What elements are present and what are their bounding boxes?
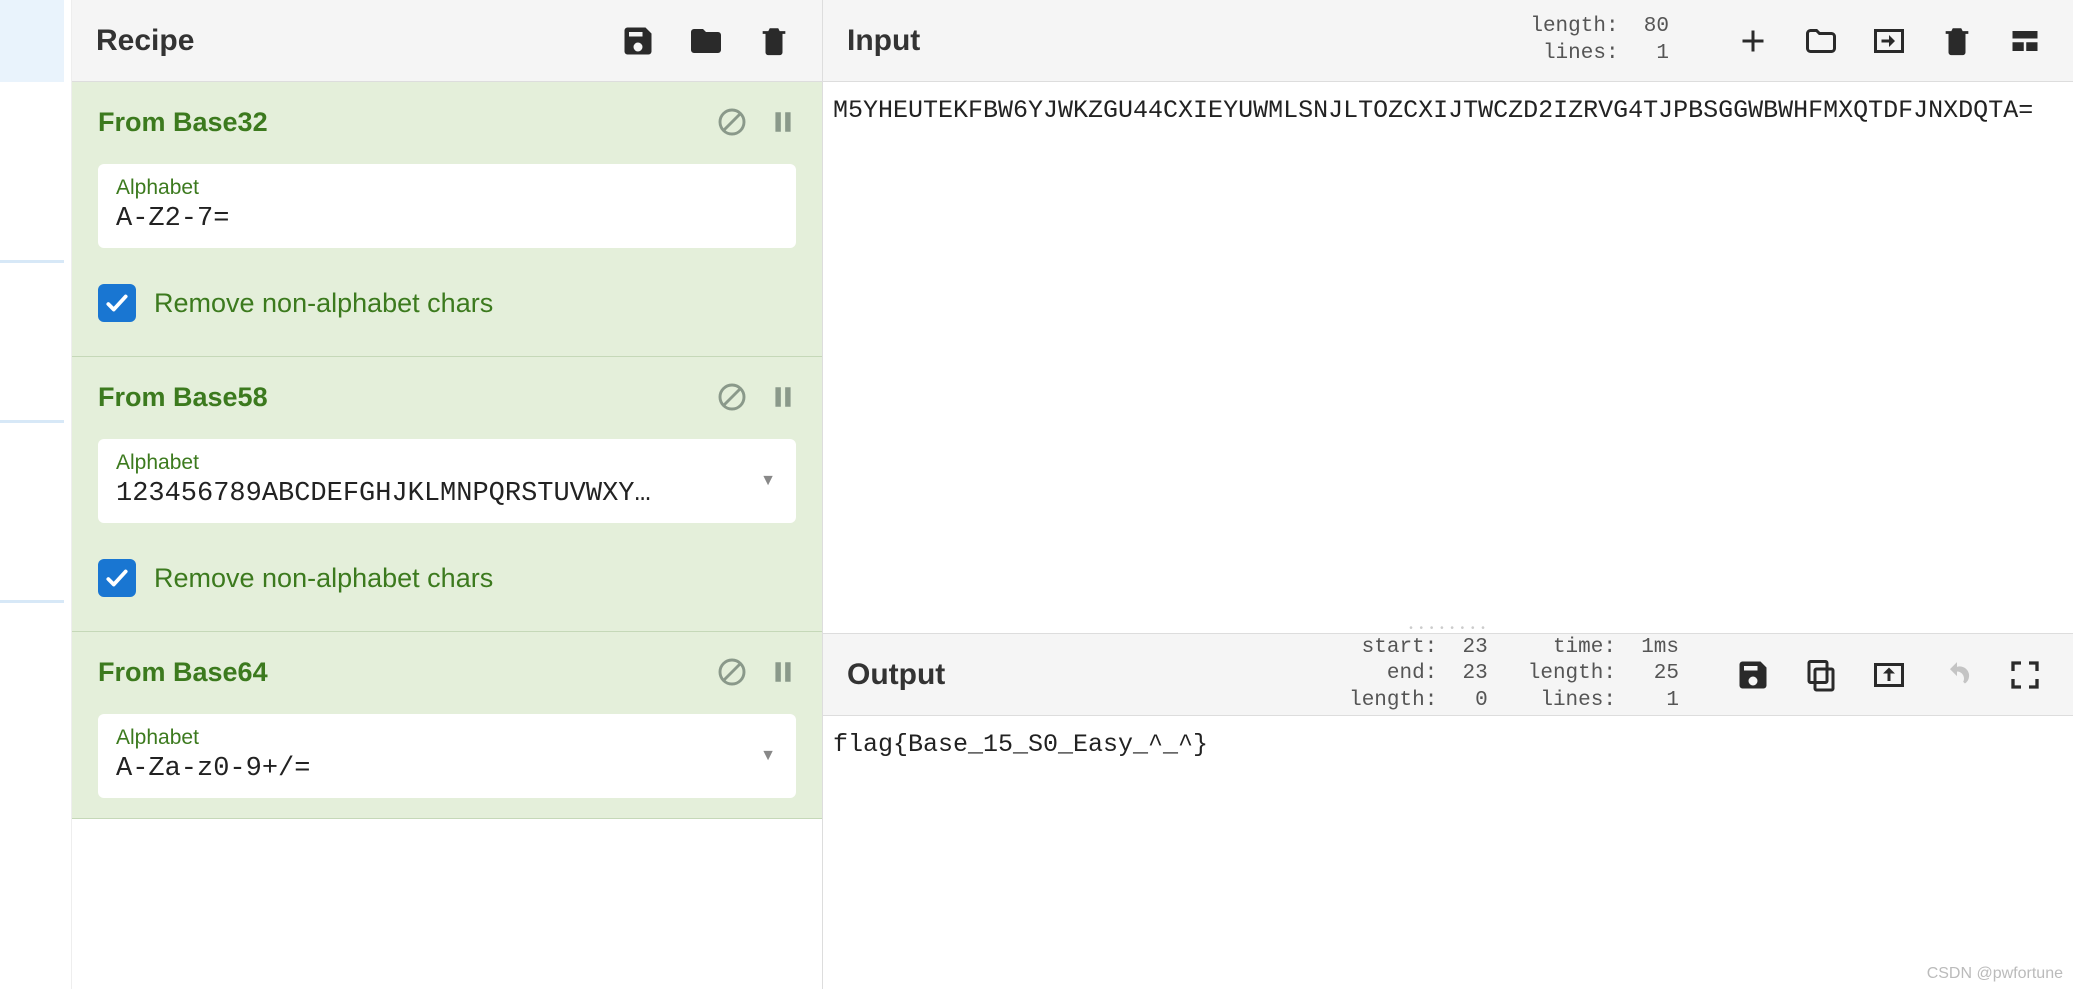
field-label: Alphabet bbox=[116, 451, 778, 475]
output-text: flag{Base_15_S0_Easy_^_^} bbox=[823, 716, 2073, 989]
copy-icon bbox=[1803, 657, 1839, 693]
undo-icon bbox=[1937, 661, 1977, 689]
save-output-button[interactable] bbox=[1729, 651, 1777, 699]
field-value: A-Za-z0-9+/= bbox=[116, 754, 778, 784]
operation-from-base58[interactable]: From Base58 Alphabet 123456789ABCDEFGHJK… bbox=[72, 357, 822, 632]
field-label: Alphabet bbox=[116, 176, 778, 200]
import-icon bbox=[1870, 23, 1908, 59]
add-input-button[interactable] bbox=[1729, 17, 1777, 65]
breakpoint-button[interactable] bbox=[770, 656, 796, 688]
pause-icon bbox=[770, 107, 796, 137]
plus-icon bbox=[1735, 23, 1771, 59]
undo-button[interactable] bbox=[1933, 651, 1981, 699]
disable-operation-button[interactable] bbox=[716, 106, 748, 138]
trash-icon bbox=[1940, 24, 1974, 58]
save-recipe-button[interactable] bbox=[614, 17, 662, 65]
breakpoint-button[interactable] bbox=[770, 106, 796, 138]
field-value: 123456789ABCDEFGHJKLMNPQRSTUVWXY… bbox=[116, 479, 778, 509]
checkbox-label: Remove non-alphabet chars bbox=[154, 288, 493, 319]
drag-handle[interactable]: • • • • • • • • bbox=[823, 623, 2073, 633]
chevron-down-icon[interactable]: ▼ bbox=[760, 472, 776, 490]
maximize-icon bbox=[2009, 659, 2041, 691]
disable-operation-button[interactable] bbox=[716, 656, 748, 688]
recipe-list: From Base32 Alphabet A-Z2-7= bbox=[72, 82, 822, 989]
alphabet-field[interactable]: Alphabet A-Z2-7= bbox=[98, 164, 796, 248]
output-stats: start: 23 end: 23 length: 0 time: 1ms le… bbox=[1349, 635, 1679, 714]
output-title: Output bbox=[847, 658, 945, 692]
open-folder-button[interactable] bbox=[1797, 17, 1845, 65]
folder-icon bbox=[688, 23, 724, 59]
save-icon bbox=[620, 23, 656, 59]
operation-from-base32[interactable]: From Base32 Alphabet A-Z2-7= bbox=[72, 82, 822, 357]
watermark: CSDN @pwfortune bbox=[1927, 965, 2063, 983]
pause-icon bbox=[770, 382, 796, 412]
output-header: Output start: 23 end: 23 length: 0 time:… bbox=[823, 634, 2073, 716]
export-up-icon bbox=[1870, 657, 1908, 693]
copy-output-button[interactable] bbox=[1797, 651, 1845, 699]
load-recipe-button[interactable] bbox=[682, 17, 730, 65]
chevron-down-icon[interactable]: ▼ bbox=[760, 747, 776, 765]
recipe-title: Recipe bbox=[96, 24, 194, 58]
ban-icon bbox=[716, 381, 748, 413]
clear-input-button[interactable] bbox=[1933, 17, 1981, 65]
field-label: Alphabet bbox=[116, 726, 778, 750]
breakpoint-button[interactable] bbox=[770, 381, 796, 413]
ban-icon bbox=[716, 106, 748, 138]
left-margin bbox=[0, 0, 72, 989]
remove-non-alphabet-checkbox[interactable] bbox=[98, 559, 136, 597]
toggle-layout-button[interactable] bbox=[2001, 17, 2049, 65]
pause-icon bbox=[770, 657, 796, 687]
checkbox-label: Remove non-alphabet chars bbox=[154, 563, 493, 594]
sidebar-tick bbox=[0, 600, 64, 603]
alphabet-field[interactable]: Alphabet 123456789ABCDEFGHJKLMNPQRSTUVWX… bbox=[98, 439, 796, 523]
recipe-header: Recipe bbox=[72, 0, 822, 82]
operation-title: From Base32 bbox=[98, 107, 268, 138]
sidebar-tick bbox=[0, 260, 64, 263]
ban-icon bbox=[716, 656, 748, 688]
remove-non-alphabet-checkbox[interactable] bbox=[98, 284, 136, 322]
layout-icon bbox=[2007, 26, 2043, 56]
input-text[interactable]: M5YHEUTEKFBW6YJWKZGU44CXIEYUWMLSNJLTOZCX… bbox=[823, 82, 2073, 623]
clear-recipe-button[interactable] bbox=[750, 17, 798, 65]
trash-icon bbox=[757, 24, 791, 58]
field-value: A-Z2-7= bbox=[116, 204, 778, 234]
input-title: Input bbox=[847, 24, 920, 58]
operation-title: From Base58 bbox=[98, 382, 268, 413]
operation-from-base64[interactable]: From Base64 Alphabet A-Za-z0-9+/= ▼ bbox=[72, 632, 822, 819]
sidebar-tick bbox=[0, 420, 64, 423]
disable-operation-button[interactable] bbox=[716, 381, 748, 413]
sidebar-tab[interactable] bbox=[0, 0, 64, 82]
move-to-input-button[interactable] bbox=[1865, 651, 1913, 699]
folder-outline-icon bbox=[1801, 23, 1841, 59]
input-header: Input length: 80 lines: 1 bbox=[823, 0, 2073, 82]
alphabet-field[interactable]: Alphabet A-Za-z0-9+/= ▼ bbox=[98, 714, 796, 798]
input-stats: length: 80 lines: 1 bbox=[1530, 14, 1669, 67]
check-icon bbox=[104, 290, 130, 316]
save-icon bbox=[1735, 657, 1771, 693]
open-file-button[interactable] bbox=[1865, 17, 1913, 65]
check-icon bbox=[104, 565, 130, 591]
operation-title: From Base64 bbox=[98, 657, 268, 688]
maximize-output-button[interactable] bbox=[2001, 651, 2049, 699]
